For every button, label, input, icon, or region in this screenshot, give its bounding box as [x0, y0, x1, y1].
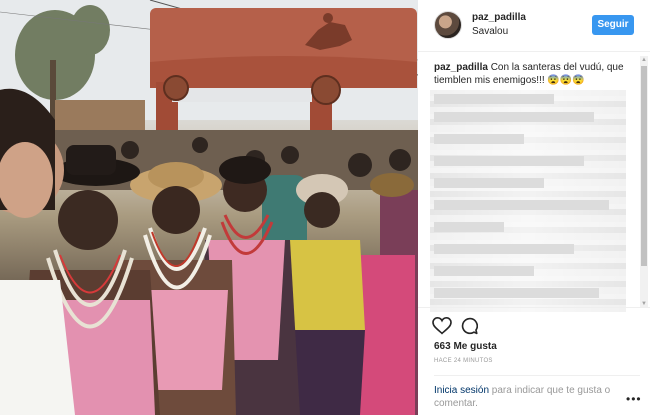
- likes-count[interactable]: 663 Me gusta: [434, 341, 497, 352]
- avatar[interactable]: [434, 11, 462, 39]
- login-link[interactable]: Inicia sesión: [434, 385, 489, 396]
- scroll-thumb[interactable]: [641, 66, 647, 266]
- post-actions: 663 Me gusta HACE 24 MINUTOS Inicia sesi…: [418, 307, 650, 415]
- post-location[interactable]: Savalou: [472, 26, 508, 37]
- post-timestamp: HACE 24 MINUTOS: [434, 358, 493, 364]
- post-caption: paz_padilla Con la santeras del vudú, qu…: [434, 61, 634, 87]
- comments-section: paz_padilla Con la santeras del vudú, qu…: [418, 52, 650, 312]
- login-prompt: Inicia sesión para indicar que te gusta …: [434, 375, 640, 410]
- post-username[interactable]: paz_padilla: [472, 12, 526, 23]
- more-options-icon[interactable]: •••: [626, 392, 642, 406]
- post-header: paz_padilla Savalou Seguir: [418, 0, 650, 52]
- follow-button[interactable]: Seguir: [592, 15, 634, 35]
- comment-bubble-icon[interactable]: [460, 317, 478, 335]
- heart-icon[interactable]: [432, 317, 452, 335]
- comments-scrollbar[interactable]: ▲ ▼: [640, 56, 648, 308]
- photo-illustration: [0, 0, 418, 415]
- blurred-comments: [430, 90, 626, 312]
- caption-username[interactable]: paz_padilla: [434, 62, 488, 73]
- post-photo[interactable]: [0, 0, 418, 415]
- scroll-up-arrow-icon[interactable]: ▲: [640, 56, 648, 64]
- post-side-panel: paz_padilla Savalou Seguir paz_padilla C…: [418, 0, 650, 415]
